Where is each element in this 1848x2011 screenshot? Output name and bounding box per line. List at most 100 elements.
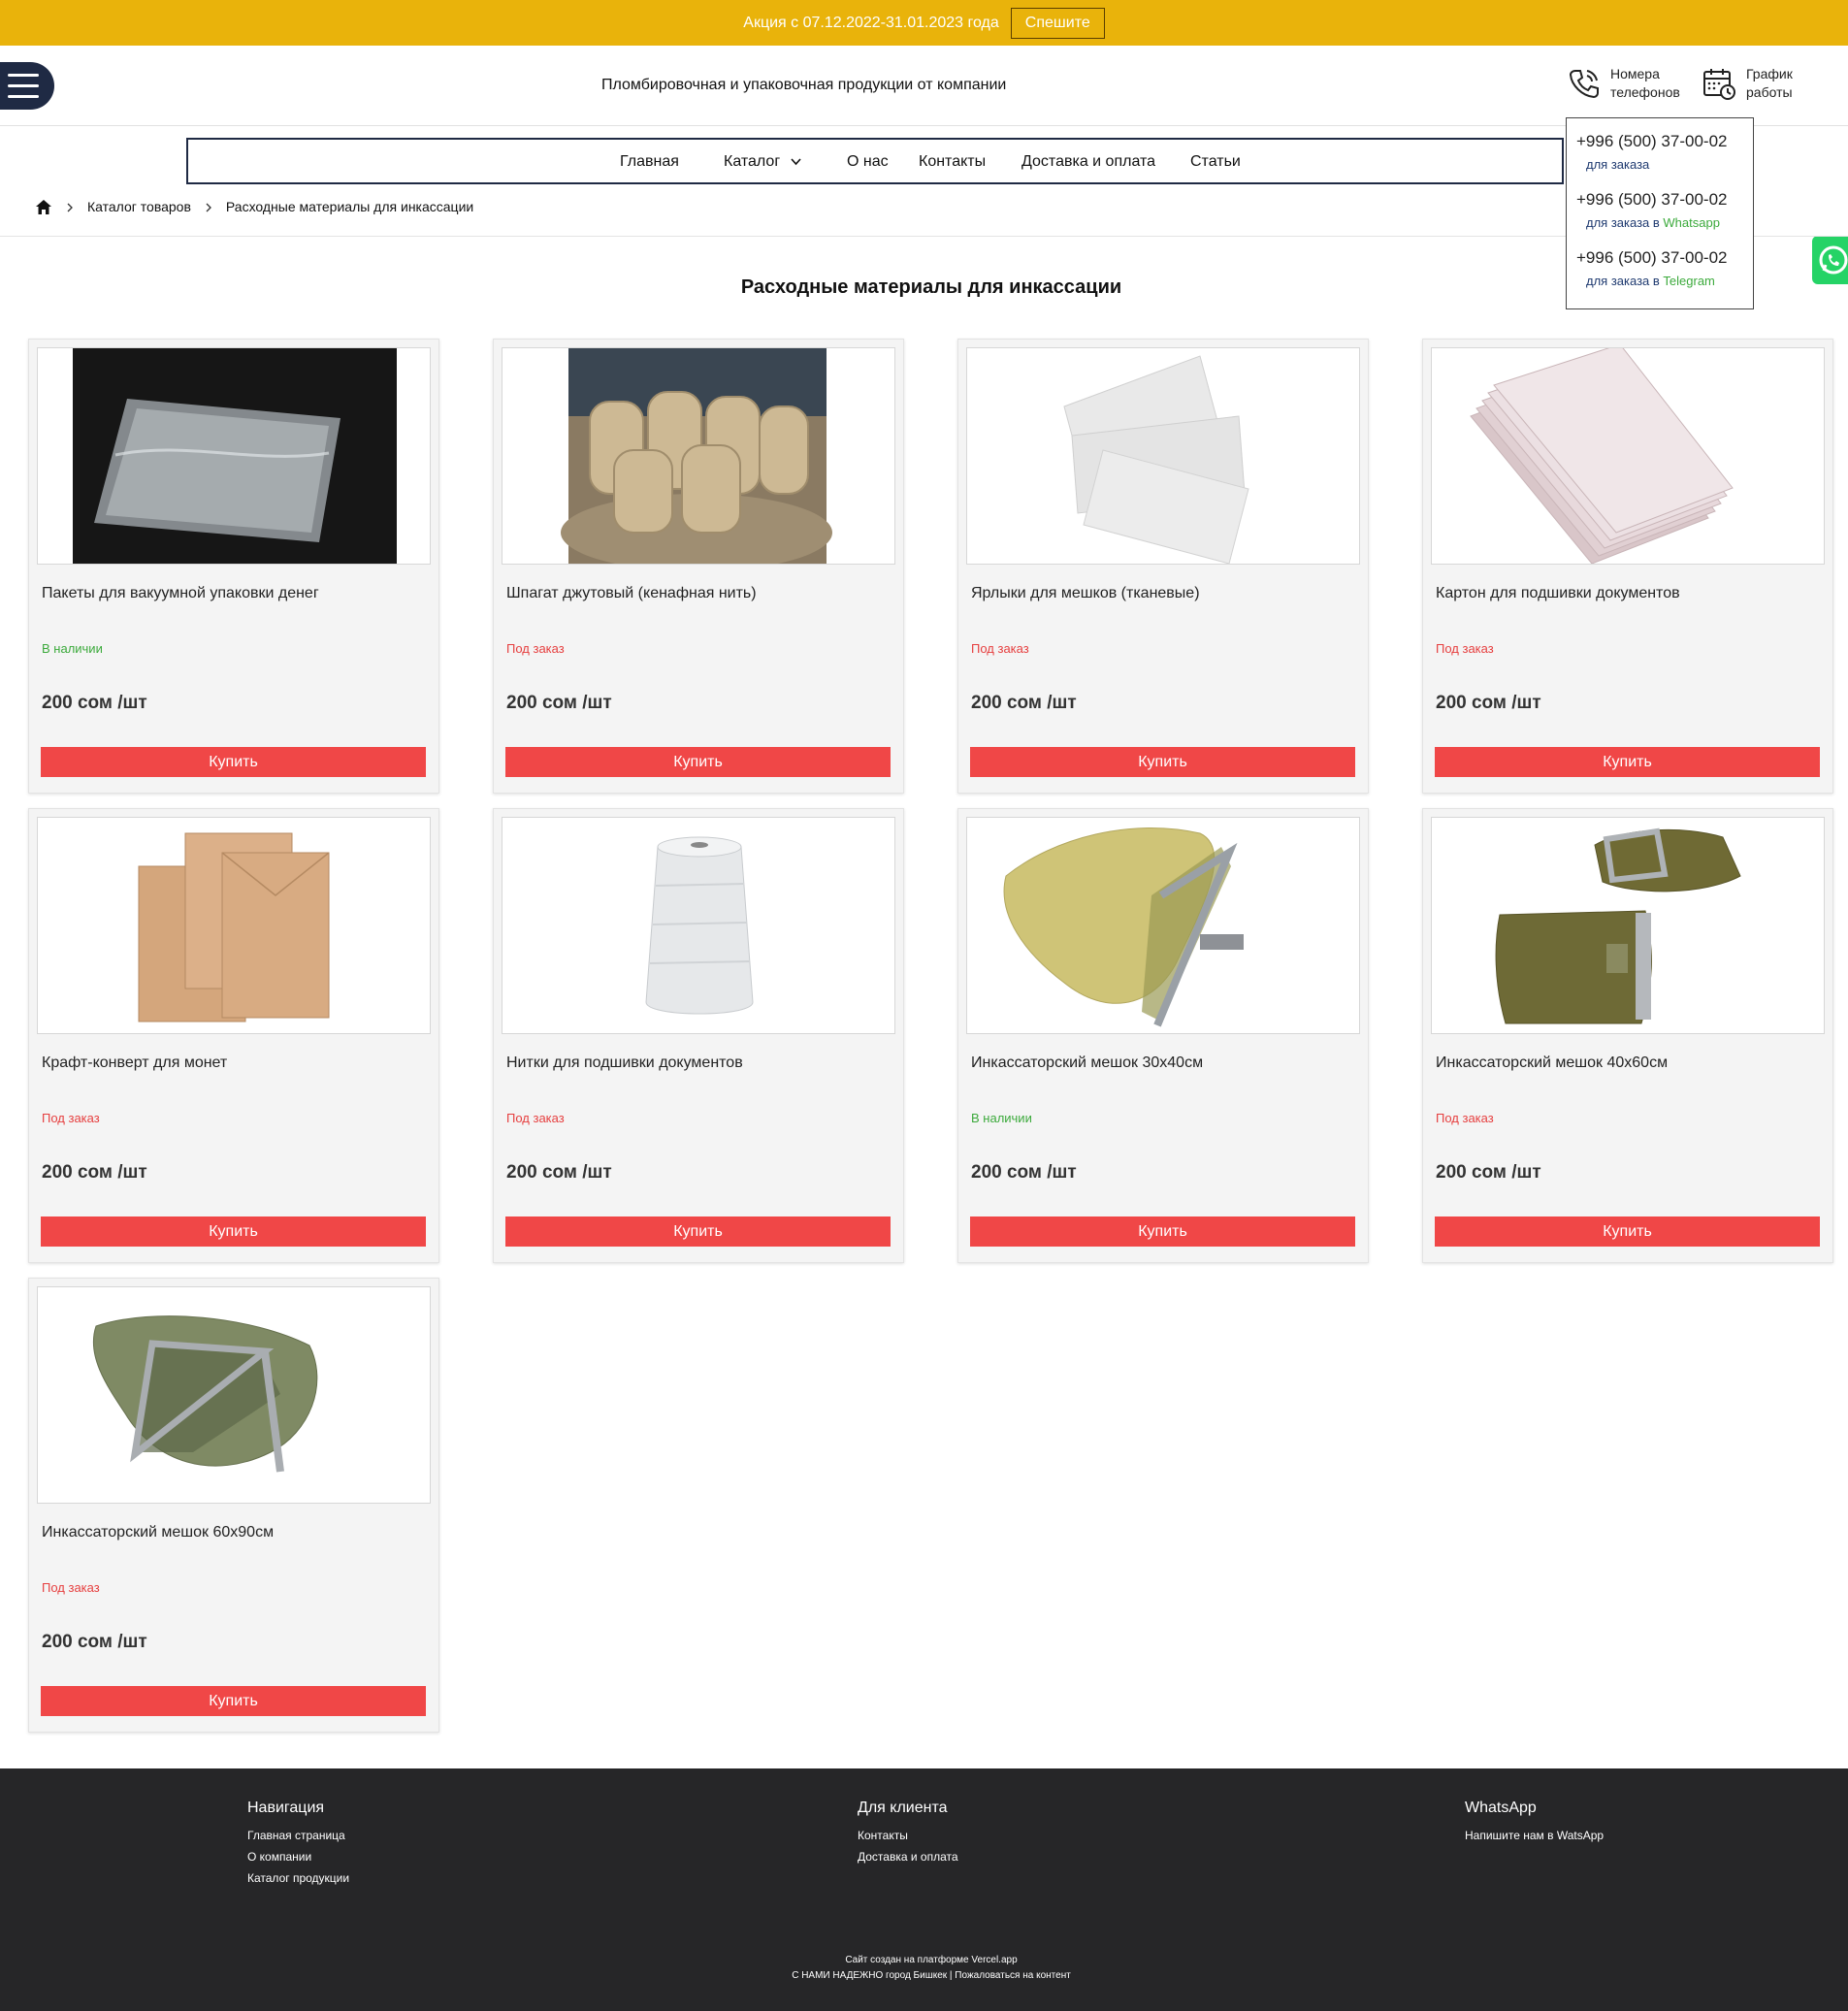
stock-status: Под заказ bbox=[42, 1580, 100, 1595]
footer-whatsapp-title: WhatsApp bbox=[1465, 1800, 1537, 1816]
phone-note: для заказа в Telegram bbox=[1576, 274, 1727, 288]
product-name[interactable]: Ярлыки для мешков (тканевые) bbox=[971, 585, 1200, 602]
product-image-cardboard[interactable] bbox=[1431, 347, 1825, 565]
chevron-right-icon bbox=[206, 203, 211, 212]
schedule-button[interactable]: График работы bbox=[1702, 65, 1824, 102]
product-image-fabric-tags[interactable] bbox=[966, 347, 1360, 565]
buy-button[interactable]: Купить bbox=[505, 747, 891, 777]
product-price: 200 сом /шт bbox=[1436, 1162, 1541, 1183]
footer-link-about[interactable]: О компании bbox=[247, 1850, 349, 1864]
breadcrumb-current: Расходные материалы для инкассации bbox=[225, 199, 474, 214]
footer-link-contacts[interactable]: Контакты bbox=[858, 1829, 958, 1842]
stock-status: В наличии bbox=[42, 641, 103, 656]
product-image-kraft-envelope[interactable] bbox=[37, 817, 431, 1034]
product-price: 200 сом /шт bbox=[42, 1632, 147, 1652]
home-icon[interactable] bbox=[35, 199, 52, 215]
phone-number: +996 (500) 37-00-02 bbox=[1576, 190, 1728, 209]
product-price: 200 сом /шт bbox=[42, 1162, 147, 1183]
menu-button[interactable] bbox=[0, 62, 54, 110]
schedule-label: График работы bbox=[1746, 66, 1793, 100]
footer-client-title: Для клиента bbox=[858, 1800, 948, 1816]
product-price: 200 сом /шт bbox=[42, 693, 147, 713]
phone-entry-whatsapp[interactable]: +996 (500) 37-00-02 для заказа в Whatsap… bbox=[1576, 190, 1727, 230]
footer-whatsapp-column: WhatsApp Напишите нам в WatsApp bbox=[1465, 1800, 1604, 1850]
product-card: Шпагат джутовый (кенафная нить) Под зака… bbox=[493, 339, 904, 794]
product-image-jute-twine[interactable] bbox=[502, 347, 895, 565]
buy-button[interactable]: Купить bbox=[1435, 1216, 1820, 1247]
promo-text: Акция с 07.12.2022-31.01.2023 года bbox=[743, 14, 999, 31]
menu-icon-line bbox=[8, 84, 39, 87]
product-name[interactable]: Инкассаторский мешок 60х90см bbox=[42, 1524, 274, 1541]
product-price: 200 сом /шт bbox=[506, 1162, 612, 1183]
stock-status: Под заказ bbox=[1436, 641, 1494, 656]
product-image-collection-bag-60x90[interactable] bbox=[37, 1286, 431, 1504]
nav-articles[interactable]: Статьи bbox=[1190, 153, 1241, 171]
nav-contacts[interactable]: Контакты bbox=[919, 153, 986, 171]
footer-link-whatsapp[interactable]: Напишите нам в WatsApp bbox=[1465, 1829, 1604, 1842]
buy-button[interactable]: Купить bbox=[505, 1216, 891, 1247]
buy-button[interactable]: Купить bbox=[970, 747, 1355, 777]
phone-icon bbox=[1569, 70, 1599, 99]
product-card: Крафт-конверт для монет Под заказ 200 со… bbox=[28, 808, 439, 1263]
product-name[interactable]: Нитки для подшивки документов bbox=[506, 1054, 743, 1072]
header: Пломбировочная и упаковочная продукции о… bbox=[0, 46, 1848, 126]
product-name[interactable]: Шпагат джутовый (кенафная нить) bbox=[506, 585, 757, 602]
footer-link-home[interactable]: Главная страница bbox=[247, 1829, 349, 1842]
product-image-vacuum-bag[interactable] bbox=[37, 347, 431, 565]
product-image-collection-bag-30x40[interactable] bbox=[966, 817, 1360, 1034]
breadcrumb-catalog[interactable]: Каталог товаров bbox=[87, 199, 191, 214]
product-card: Инкассаторский мешок 40х60см Под заказ 2… bbox=[1422, 808, 1833, 1263]
phone-note-text: для заказа в bbox=[1586, 274, 1660, 288]
product-price: 200 сом /шт bbox=[971, 693, 1077, 713]
buy-button[interactable]: Купить bbox=[970, 1216, 1355, 1247]
phones-button[interactable]: Номера телефонов bbox=[1568, 65, 1688, 102]
nav-catalog[interactable]: Каталог bbox=[724, 153, 801, 171]
chevron-right-icon bbox=[67, 203, 73, 212]
nav-catalog-label: Каталог bbox=[724, 153, 781, 170]
copyright-line-1: Сайт создан на платформе Vercel.app bbox=[845, 1955, 1018, 1965]
product-card: Ярлыки для мешков (тканевые) Под заказ 2… bbox=[957, 339, 1369, 794]
buy-button[interactable]: Купить bbox=[41, 747, 426, 777]
phone-entry[interactable]: +996 (500) 37-00-02 для заказа bbox=[1576, 132, 1727, 172]
product-name[interactable]: Инкассаторский мешок 30х40см bbox=[971, 1054, 1203, 1072]
phones-dropdown: +996 (500) 37-00-02 для заказа +996 (500… bbox=[1566, 117, 1754, 309]
phone-app: Telegram bbox=[1663, 274, 1715, 288]
phone-entry-telegram[interactable]: +996 (500) 37-00-02 для заказа в Telegra… bbox=[1576, 248, 1727, 288]
product-price: 200 сом /шт bbox=[1436, 693, 1541, 713]
stock-status: Под заказ bbox=[506, 1111, 565, 1125]
phone-note: для заказа в Whatsapp bbox=[1576, 215, 1727, 230]
phone-number: +996 (500) 37-00-02 bbox=[1576, 132, 1728, 150]
stock-status: Под заказ bbox=[971, 641, 1029, 656]
main-nav: Главная Каталог О нас Контакты Доставка … bbox=[186, 138, 1564, 184]
footer: Навигация Главная страница О компании Ка… bbox=[0, 1768, 1848, 2011]
phone-note: для заказа bbox=[1576, 157, 1727, 172]
header-slogan: Пломбировочная и упаковочная продукции о… bbox=[601, 77, 1007, 93]
footer-nav-column: Навигация Главная страница О компании Ка… bbox=[247, 1800, 349, 1893]
product-card: Нитки для подшивки документов Под заказ … bbox=[493, 808, 904, 1263]
product-name[interactable]: Инкассаторский мешок 40х60см bbox=[1436, 1054, 1668, 1072]
promo-button[interactable]: Спешите bbox=[1010, 7, 1105, 39]
buy-button[interactable]: Купить bbox=[41, 1686, 426, 1716]
product-image-thread-spool[interactable] bbox=[502, 817, 895, 1034]
product-card: Инкассаторский мешок 60х90см Под заказ 2… bbox=[28, 1278, 439, 1733]
product-name[interactable]: Крафт-конверт для монет bbox=[42, 1054, 227, 1072]
product-image-collection-bag-40x60[interactable] bbox=[1431, 817, 1825, 1034]
phone-note-text: для заказа в bbox=[1586, 215, 1660, 230]
buy-button[interactable]: Купить bbox=[41, 1216, 426, 1247]
phones-label: Номера телефонов bbox=[1610, 66, 1680, 100]
footer-link-delivery[interactable]: Доставка и оплата bbox=[858, 1850, 958, 1864]
stock-status: Под заказ bbox=[506, 641, 565, 656]
copyright-line-2[interactable]: С НАМИ НАДЕЖНО город Бишкек | Пожаловать… bbox=[0, 1968, 1848, 1984]
product-price: 200 сом /шт bbox=[971, 1162, 1077, 1183]
footer-link-catalog[interactable]: Каталог продукции bbox=[247, 1871, 349, 1885]
buy-button[interactable]: Купить bbox=[1435, 747, 1820, 777]
product-card: Картон для подшивки документов Под заказ… bbox=[1422, 339, 1833, 794]
chevron-down-icon bbox=[791, 158, 801, 165]
product-name[interactable]: Картон для подшивки документов bbox=[1436, 585, 1680, 602]
nav-home[interactable]: Главная bbox=[620, 153, 679, 171]
nav-about[interactable]: О нас bbox=[847, 153, 889, 171]
nav-delivery[interactable]: Доставка и оплата bbox=[1021, 153, 1155, 171]
stock-status: Под заказ bbox=[42, 1111, 100, 1125]
product-name[interactable]: Пакеты для вакуумной упаковки денег bbox=[42, 585, 319, 602]
promo-banner: Акция с 07.12.2022-31.01.2023 года Спеши… bbox=[0, 0, 1848, 46]
